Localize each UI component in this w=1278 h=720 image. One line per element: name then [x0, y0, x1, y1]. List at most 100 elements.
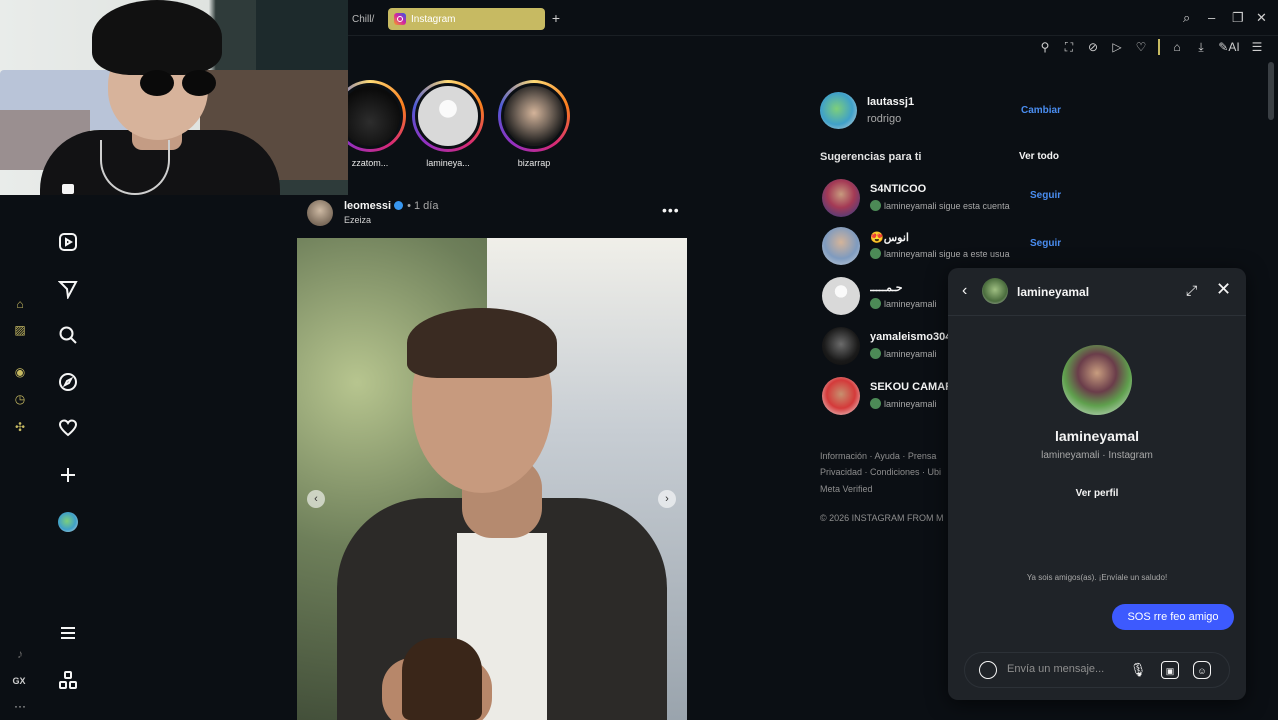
ai-icon[interactable]: ✎AI	[1218, 40, 1240, 54]
pin-icon[interactable]: ⚲	[1038, 40, 1052, 54]
notes-icon[interactable]: ▨	[13, 323, 27, 337]
block-icon[interactable]: ⊘	[1086, 40, 1100, 54]
more-icon[interactable]: ···	[13, 699, 27, 713]
image-icon[interactable]: ▣	[1161, 661, 1179, 679]
mutual-avatar-icon	[870, 248, 881, 259]
mutual-avatar-icon	[870, 200, 881, 211]
carousel-next-button[interactable]: ›	[658, 490, 676, 508]
new-tab-button[interactable]: +	[549, 11, 563, 25]
chat-profile-name: lamineyamal	[1054, 428, 1140, 444]
suggestion-avatar[interactable]	[822, 227, 860, 265]
create-icon[interactable]	[57, 464, 79, 486]
post-username[interactable]: leomessi • 1 día	[344, 200, 438, 212]
gx-label[interactable]: GX	[12, 674, 26, 688]
post-more-button[interactable]: •••	[662, 202, 680, 218]
tiktok-icon[interactable]: ♪	[13, 647, 27, 661]
screen: Chill/ Instagram + ⌕ – ❐ ✕ ⚲ ⛶ ⊘ ▷ ♡ ⌂ ⤓…	[0, 0, 1278, 720]
expand-icon[interactable]: ⤢	[1186, 282, 1197, 299]
story-item[interactable]: lamineya...	[408, 80, 488, 168]
send-icon[interactable]	[57, 278, 79, 300]
reels-icon[interactable]	[57, 231, 79, 253]
restore-icon[interactable]: ❐	[1232, 10, 1244, 26]
suggestion-name[interactable]: 😍انوس	[870, 231, 998, 244]
see-all-button[interactable]: Ver todo	[1019, 151, 1059, 162]
mutual-avatar-icon	[870, 398, 881, 409]
notifications-icon[interactable]	[57, 417, 79, 439]
account-avatar[interactable]	[820, 92, 857, 129]
footer-meta-verified[interactable]: Meta Verified	[820, 484, 873, 494]
suggestion-sub: lamineyamali sigue a este usua	[870, 248, 1020, 259]
suggestion-sub-text: lamineyamali	[884, 299, 937, 309]
post-location[interactable]: Ezeiza	[344, 215, 371, 225]
verified-badge-icon	[394, 201, 404, 210]
message-placeholder: Envía un mensaje...	[1007, 663, 1105, 675]
suggestion-name[interactable]: S4NTICOO	[870, 183, 998, 195]
history-icon[interactable]: ◷	[13, 392, 27, 406]
microphone-icon[interactable]: 🎙	[1129, 661, 1147, 679]
carousel-prev-button[interactable]: ‹	[307, 490, 325, 508]
close-window-icon[interactable]: ✕	[1256, 10, 1267, 26]
story-avatar	[415, 83, 481, 149]
story-item[interactable]: bizarrap	[494, 80, 574, 168]
heart-icon[interactable]: ♡	[1134, 40, 1148, 54]
profile-avatar[interactable]	[57, 511, 79, 533]
emoji-icon[interactable]	[979, 661, 997, 679]
footer-links-1[interactable]: Información · Ayuda · Prensa	[820, 451, 936, 461]
chat-profile-avatar[interactable]	[1062, 345, 1132, 415]
suggestion-avatar[interactable]	[822, 277, 860, 315]
search-icon[interactable]	[57, 324, 79, 346]
message-input[interactable]: Envía un mensaje... 🎙 ▣ ☺	[964, 652, 1230, 688]
menu-icon[interactable]: ☰	[1250, 40, 1264, 54]
follow-button[interactable]: Seguir	[1030, 190, 1061, 201]
view-profile-button[interactable]: Ver perfil	[1054, 484, 1140, 504]
search-icon[interactable]: ⌕	[1183, 10, 1190, 26]
play-icon[interactable]: ▷	[1110, 40, 1124, 54]
footer-links-2[interactable]: Privacidad · Condiciones · Ubi	[820, 467, 941, 477]
post-image[interactable]	[297, 238, 687, 720]
post-avatar[interactable]	[307, 200, 333, 226]
switch-account-button[interactable]: Cambiar	[1021, 105, 1061, 116]
follow-button[interactable]: Seguir	[1030, 238, 1061, 249]
post-username-text: leomessi	[344, 200, 392, 212]
browser-sidebar: ⌂ ▨ ◉ ◷ ✣ ♪ GX ···	[0, 195, 40, 720]
tab-chill[interactable]: Chill/	[346, 8, 380, 30]
download-icon[interactable]: ⤓	[1194, 40, 1208, 55]
home-icon[interactable]	[57, 184, 79, 201]
suggestions-title: Sugerencias para ti	[820, 151, 922, 163]
workspace-icon[interactable]: ⌂	[13, 297, 27, 311]
explore-icon[interactable]	[57, 371, 79, 393]
suggestion-sub-text: lamineyamali sigue esta cuenta	[884, 201, 1010, 211]
chat-header-name[interactable]: lamineyamal	[1017, 285, 1089, 299]
instagram-icon	[394, 13, 406, 25]
apps-icon[interactable]	[57, 669, 79, 691]
suggestion-avatar[interactable]	[822, 377, 860, 415]
mutual-avatar-icon	[870, 348, 881, 359]
back-icon[interactable]: ‹	[962, 282, 967, 300]
suggestion-item[interactable]: S4NTICOO lamineyamali sigue esta cuenta …	[820, 179, 1061, 219]
account-icon[interactable]: ⌂	[1170, 40, 1184, 54]
close-icon[interactable]: ✕	[1216, 280, 1231, 298]
suggestion-avatar[interactable]	[822, 179, 860, 217]
suggestion-item[interactable]: 😍انوس lamineyamali sigue a este usua Seg…	[820, 227, 1061, 267]
chat-header-avatar[interactable]	[982, 278, 1008, 304]
account-username[interactable]: lautassj1	[867, 96, 914, 108]
story-name: bizarrap	[517, 158, 551, 168]
webcam-overlay	[0, 0, 348, 195]
chat-header: ‹ lamineyamal ⤢ ✕	[948, 268, 1246, 316]
snapshot-icon[interactable]: ⛶	[1062, 40, 1076, 55]
story-ring	[498, 80, 570, 152]
sticker-icon[interactable]: ☺	[1193, 661, 1211, 679]
tab-instagram[interactable]: Instagram	[388, 8, 545, 30]
page-scrollbar[interactable]	[1268, 62, 1274, 120]
minimize-icon[interactable]: –	[1208, 10, 1215, 25]
browser-toolbar: ⚲ ⛶ ⊘ ▷ ♡ ⌂ ⤓ ✎AI ☰	[1038, 38, 1264, 56]
more-menu-icon[interactable]	[57, 622, 79, 644]
player-icon[interactable]: ◉	[13, 365, 27, 379]
extensions-icon[interactable]: ✣	[13, 420, 27, 434]
tab-instagram-label: Instagram	[411, 13, 456, 25]
suggestion-avatar[interactable]	[822, 327, 860, 365]
message-bubble[interactable]: SOS rre feo amigo	[1112, 604, 1234, 630]
suggestion-sub-text: lamineyamali	[884, 399, 937, 409]
chat-profile-sub: lamineyamali · Instagram	[1041, 450, 1153, 461]
story-name: lamineya...	[426, 158, 470, 168]
